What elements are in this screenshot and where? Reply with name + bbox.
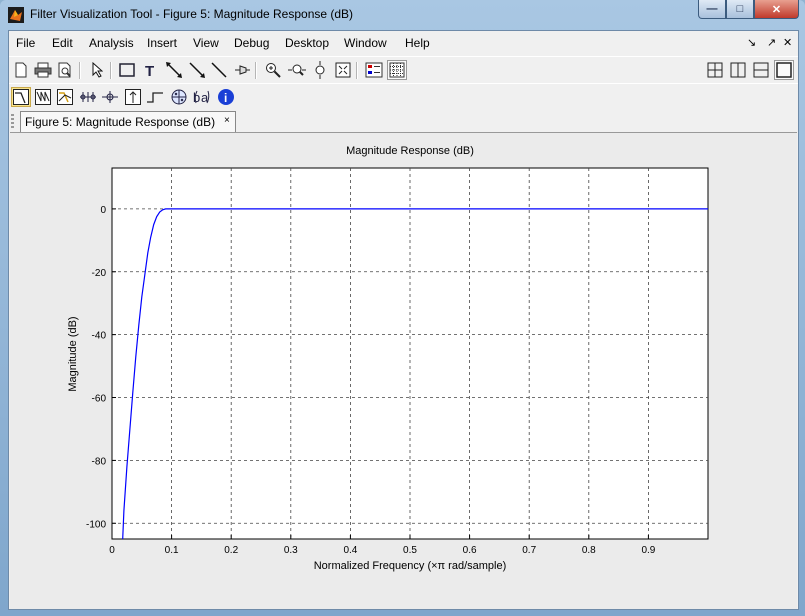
phase-response-icon[interactable] bbox=[33, 87, 53, 107]
dock-icon[interactable]: ↘ bbox=[747, 36, 756, 49]
drag-grip[interactable] bbox=[11, 114, 14, 128]
tile-rows-icon[interactable] bbox=[751, 60, 771, 80]
line-icon[interactable] bbox=[209, 60, 229, 80]
y-tick-label: 0 bbox=[100, 205, 106, 216]
figure-area: Magnitude Response (dB) 0 0.1 0.2 0.3 0.4 0.5… bbox=[10, 132, 797, 609]
y-tick-label: -100 bbox=[86, 519, 106, 530]
menu-file[interactable]: File bbox=[16, 36, 35, 50]
menu-desktop[interactable]: Desktop bbox=[285, 36, 329, 50]
y-axis-label: Magnitude (dB) bbox=[67, 316, 79, 391]
menu-debug[interactable]: Debug bbox=[234, 36, 269, 50]
maximize-tile-icon[interactable] bbox=[774, 60, 794, 80]
magnitude-response-icon[interactable] bbox=[11, 87, 31, 107]
impulse-response-icon[interactable] bbox=[123, 87, 143, 107]
grid-toggle-icon[interactable] bbox=[387, 60, 407, 80]
tile-columns-icon[interactable] bbox=[728, 60, 748, 80]
y-tick-label: -80 bbox=[92, 456, 107, 467]
print-icon[interactable] bbox=[33, 60, 53, 80]
tab-close-icon[interactable]: × bbox=[224, 115, 230, 126]
x-tick-label: 0 bbox=[109, 545, 115, 556]
menu-analysis[interactable]: Analysis bbox=[89, 36, 134, 50]
matlab-logo-icon bbox=[8, 7, 24, 23]
figure-tab[interactable]: Figure 5: Magnitude Response (dB) × bbox=[20, 111, 236, 132]
x-tick-label: 0.1 bbox=[165, 545, 179, 556]
window-title: Filter Visualization Tool - Figure 5: Ma… bbox=[30, 7, 354, 21]
svg-text:i: i bbox=[224, 91, 227, 105]
menu-view[interactable]: View bbox=[193, 36, 219, 50]
figure-tab-label: Figure 5: Magnitude Response (dB) bbox=[25, 115, 216, 129]
analysis-toolbar: ba i bbox=[9, 83, 798, 110]
x-tick-label: 0.5 bbox=[403, 545, 417, 556]
x-tick-label: 0.7 bbox=[522, 545, 536, 556]
x-tick-label: 0.4 bbox=[343, 545, 357, 556]
x-tick-label: 0.8 bbox=[582, 545, 596, 556]
pole-zero-icon[interactable] bbox=[169, 87, 189, 107]
zoom-x-icon[interactable] bbox=[287, 60, 307, 80]
menu-help[interactable]: Help bbox=[405, 36, 430, 50]
arrow-icon[interactable] bbox=[187, 60, 207, 80]
y-tick-label: -40 bbox=[92, 331, 107, 342]
x-tick-label: 0.6 bbox=[463, 545, 477, 556]
svg-text:a: a bbox=[201, 90, 209, 105]
svg-text:T: T bbox=[145, 63, 154, 77]
maximize-button[interactable]: □ bbox=[726, 0, 754, 19]
group-delay-icon[interactable] bbox=[78, 87, 98, 107]
close-button[interactable]: ✕ bbox=[754, 0, 799, 19]
client-area: File Edit Analysis Insert View Debug Des… bbox=[8, 30, 799, 610]
zoom-y-icon[interactable] bbox=[310, 60, 330, 80]
filter-coefficients-icon[interactable]: ba bbox=[192, 87, 212, 107]
magnitude-response-chart[interactable]: Magnitude Response (dB) 0 0.1 0.2 0.3 0.4 0.5… bbox=[10, 133, 797, 609]
menu-insert[interactable]: Insert bbox=[147, 36, 177, 50]
pin-icon[interactable] bbox=[232, 60, 252, 80]
magnitude-phase-icon[interactable] bbox=[55, 87, 75, 107]
y-tick-label: -60 bbox=[92, 394, 107, 405]
figure-tab-strip: Figure 5: Magnitude Response (dB) × bbox=[9, 111, 798, 133]
chart-title: Magnitude Response (dB) bbox=[346, 145, 474, 157]
text-icon[interactable]: T bbox=[141, 60, 161, 80]
legend-icon[interactable] bbox=[364, 60, 384, 80]
x-tick-label: 0.9 bbox=[641, 545, 655, 556]
menu-bar: File Edit Analysis Insert View Debug Des… bbox=[9, 31, 798, 55]
tile-grid-icon[interactable] bbox=[705, 60, 725, 80]
x-axis-label: Normalized Frequency (×π rad/sample) bbox=[314, 560, 507, 572]
x-tick-label: 0.2 bbox=[224, 545, 238, 556]
close-figure-icon[interactable]: ✕ bbox=[783, 36, 792, 49]
phase-delay-icon[interactable] bbox=[100, 87, 120, 107]
new-figure-icon[interactable] bbox=[11, 60, 31, 80]
title-bar[interactable]: Filter Visualization Tool - Figure 5: Ma… bbox=[0, 0, 805, 30]
menu-window[interactable]: Window bbox=[344, 36, 387, 50]
double-arrow-icon[interactable] bbox=[164, 60, 184, 80]
x-tick-label: 0.3 bbox=[284, 545, 298, 556]
step-response-icon[interactable] bbox=[145, 87, 165, 107]
menu-edit[interactable]: Edit bbox=[52, 36, 73, 50]
minimize-button[interactable]: — bbox=[698, 0, 726, 19]
print-preview-icon[interactable] bbox=[55, 60, 75, 80]
y-tick-label: -20 bbox=[92, 268, 107, 279]
undock-icon[interactable]: ↗ bbox=[767, 36, 776, 49]
select-arrow-icon[interactable] bbox=[87, 60, 107, 80]
filter-info-icon[interactable]: i bbox=[216, 87, 236, 107]
full-view-icon[interactable] bbox=[333, 60, 353, 80]
rectangle-icon[interactable] bbox=[117, 60, 137, 80]
figure-toolbar: T bbox=[9, 56, 798, 83]
zoom-in-icon[interactable] bbox=[263, 60, 283, 80]
app-window: Filter Visualization Tool - Figure 5: Ma… bbox=[0, 0, 805, 616]
